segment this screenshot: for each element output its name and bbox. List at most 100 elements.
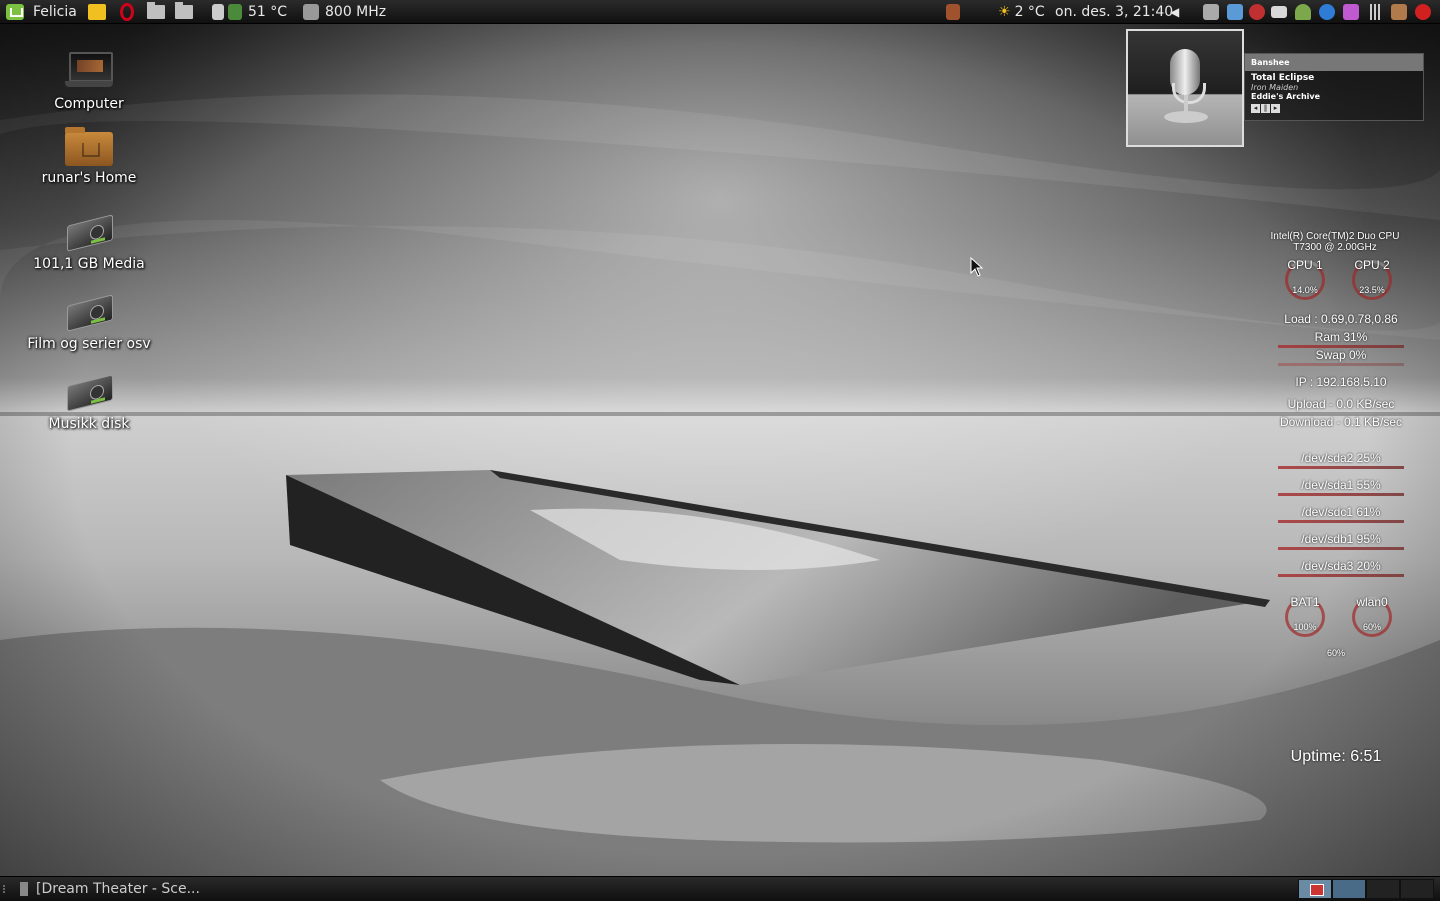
desktop-icon-media-drive[interactable]: 101,1 GB Media	[20, 212, 158, 272]
pause-icon[interactable]: ‖	[1261, 104, 1270, 113]
update-icon[interactable]	[1319, 4, 1335, 20]
weather-sun-icon: ☀	[998, 4, 1011, 20]
drive-icon	[65, 292, 113, 332]
cpu-model-line-2: T7300 @ 2.00GHz	[1293, 242, 1377, 253]
coffee-cup-icon	[946, 4, 960, 20]
menu-label: Felicia	[33, 4, 77, 20]
folder-icon	[147, 2, 165, 19]
disk-sdb1: /dev/sdb1 95%	[1301, 532, 1381, 546]
desktop-icon-label: Musikk disk	[48, 416, 130, 432]
cpu1-value: 14.0%	[1292, 285, 1318, 295]
messenger-icon[interactable]	[1295, 4, 1311, 20]
drive-icon	[65, 372, 113, 412]
device-icon[interactable]	[1203, 4, 1219, 20]
weather-applet[interactable]: ☀ 2 °C	[998, 0, 1045, 24]
clock-applet[interactable]: on. des. 3, 21:40	[1055, 0, 1173, 24]
folder-icon	[175, 2, 193, 19]
workspace-switcher	[1298, 879, 1434, 899]
window-icon	[20, 882, 28, 896]
disk-sda1-bar	[1278, 493, 1404, 496]
workspace-1[interactable]	[1298, 879, 1332, 899]
drive-icon	[65, 212, 113, 252]
opera-icon	[120, 3, 134, 21]
track-info: Banshee Total Eclipse Iron Maiden Eddie'…	[1244, 53, 1424, 121]
disk-sda2: /dev/sda2 25%	[1301, 451, 1381, 465]
desktop-icon-label: Film og serier osv	[27, 336, 151, 352]
volume-button[interactable]: ◀	[1170, 0, 1179, 24]
track-title: Total Eclipse	[1251, 73, 1315, 83]
cpu2-value: 23.5%	[1359, 285, 1385, 295]
ip-address: IP : 192.168.5.10	[1295, 375, 1387, 389]
launcher-opera[interactable]	[120, 0, 134, 24]
disk-sdc1-bar	[1278, 520, 1404, 523]
previous-icon[interactable]: ◂	[1251, 104, 1260, 113]
workspace-4[interactable]	[1400, 879, 1434, 899]
disk-sda3: /dev/sda3 20%	[1301, 559, 1381, 573]
disk-sdc1: /dev/sdc1 61%	[1301, 505, 1381, 519]
launcher-editor[interactable]	[88, 0, 106, 24]
upload-rate: Upload - 0.0 KB/sec	[1287, 397, 1395, 411]
desktop-icon-label: 101,1 GB Media	[33, 256, 145, 272]
desktop-icon-label: runar's Home	[41, 170, 137, 186]
cpu2-label: CPU 2	[1354, 258, 1390, 272]
load-average: Load : 0.69,0.78,0.86	[1284, 312, 1398, 326]
network-icon[interactable]	[1249, 4, 1265, 20]
swap-bar	[1278, 363, 1404, 366]
hardware-icon	[212, 4, 224, 20]
taskbar-window-label: [Dream Theater - Sce...	[36, 881, 200, 897]
wlan-label: wlan0	[1356, 595, 1388, 609]
tray-icons	[1203, 0, 1431, 24]
disk-sda1: /dev/sda1 55%	[1301, 478, 1381, 492]
cpu-model: Intel(R) Core(TM)2 Duo CPU T7300 @ 2.00G…	[1268, 231, 1402, 253]
home-folder-icon	[65, 127, 113, 166]
player-name: Banshee	[1245, 54, 1423, 71]
text-editor-icon	[88, 4, 106, 20]
next-icon[interactable]: ▸	[1271, 104, 1280, 113]
track-album: Eddie's Archive	[1251, 92, 1321, 101]
computer-icon	[65, 52, 113, 92]
tray-coffee[interactable]	[946, 0, 960, 24]
battery-label: BAT1	[1290, 595, 1320, 609]
cpu-temp: 51 °C	[248, 4, 288, 20]
battery-value: 100%	[1293, 622, 1317, 632]
cpu-freq: 800 MHz	[325, 4, 387, 20]
signal-bars-icon[interactable]	[1367, 4, 1383, 20]
album-art	[1126, 29, 1244, 147]
media-icon[interactable]	[1227, 4, 1243, 20]
menu-button[interactable]: Felicia	[6, 0, 77, 24]
mint-logo-icon	[6, 4, 24, 20]
uptime: Uptime: 6:51	[1290, 748, 1382, 765]
ram-usage: Ram 31%	[1314, 330, 1368, 344]
shutdown-icon[interactable]	[1415, 4, 1431, 20]
cpufreq-applet[interactable]: 800 MHz	[303, 0, 386, 24]
launcher-files-2[interactable]	[175, 0, 193, 24]
mail-icon[interactable]	[1271, 6, 1287, 18]
disk-sda3-bar	[1278, 574, 1404, 577]
desktop-icon-home[interactable]: runar's Home	[20, 127, 158, 186]
window-thumbnail-icon	[1310, 884, 1324, 896]
desktop-icon-music-drive[interactable]: Musikk disk	[20, 372, 158, 432]
desktop-icon-label: Computer	[54, 96, 124, 112]
mouse-cursor-icon	[970, 257, 984, 277]
cpu-model-line-1: Intel(R) Core(TM)2 Duo CPU	[1270, 231, 1400, 242]
wlan-quality: 60%	[1326, 648, 1345, 658]
temperature-icon	[228, 4, 242, 20]
download-rate: Download - 0.1 KB/sec	[1279, 415, 1403, 429]
launcher-files[interactable]	[147, 0, 165, 24]
taskbar-window-button[interactable]: [Dream Theater - Sce...	[20, 877, 200, 901]
desktop-icon-computer[interactable]: Computer	[20, 52, 158, 112]
panel-handle-icon[interactable]	[3, 885, 9, 893]
top-panel: Felicia 51 °C 800 MHz ☀ 2 °C on. des. 3,…	[0, 0, 1440, 24]
bottom-panel: [Dream Theater - Sce...	[0, 876, 1440, 901]
settings-icon[interactable]	[1343, 4, 1359, 20]
sensor-applet[interactable]: 51 °C	[212, 0, 287, 24]
clock-label: on. des. 3, 21:40	[1055, 4, 1174, 20]
track-artist: Iron Maiden	[1251, 83, 1299, 92]
speaker-icon: ◀	[1170, 5, 1180, 19]
disk-sdb1-bar	[1278, 547, 1404, 550]
desktop-icon-film-drive[interactable]: Film og serier osv	[20, 292, 158, 352]
users-icon[interactable]	[1391, 4, 1407, 20]
workspace-3[interactable]	[1366, 879, 1400, 899]
cpu1-label: CPU 1	[1287, 258, 1323, 272]
workspace-2[interactable]	[1332, 879, 1366, 899]
